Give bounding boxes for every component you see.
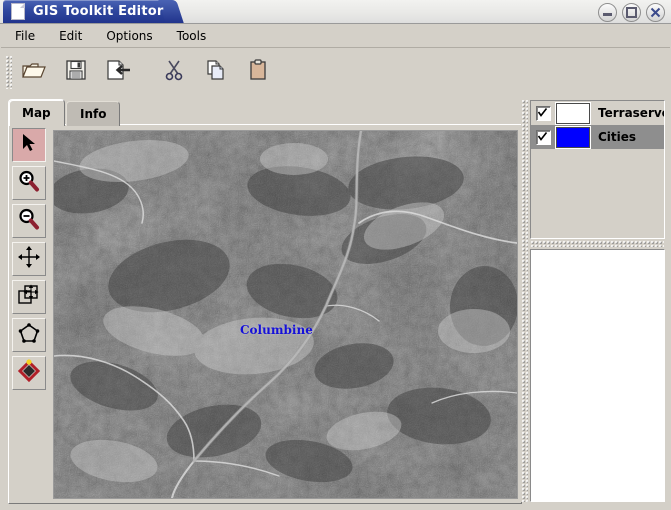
map-viewport[interactable]: Columbine — [53, 130, 518, 499]
minimize-button[interactable] — [598, 3, 617, 22]
copy-pages-icon — [205, 59, 227, 85]
zoom-out-tool[interactable] — [12, 204, 46, 238]
tool-palette — [11, 127, 49, 499]
aerial-imagery — [54, 131, 517, 498]
scissors-icon — [163, 59, 185, 85]
layer-name: Cities — [598, 130, 637, 144]
paste-button[interactable] — [239, 53, 277, 90]
pan-tool[interactable] — [12, 242, 46, 276]
application-window: GIS Toolkit Editor File Edit Options Too… — [0, 0, 671, 510]
toolbar-separator — [141, 54, 155, 89]
layer-visibility-checkbox[interactable] — [536, 105, 551, 121]
window-controls — [598, 3, 665, 22]
zoom-to-region-tool[interactable] — [12, 280, 46, 314]
layer-visibility-checkbox[interactable] — [536, 129, 551, 145]
map-label-columbine: Columbine — [240, 323, 313, 337]
page-with-arrow-icon — [105, 59, 131, 85]
maximize-button[interactable] — [622, 3, 641, 22]
magnifier-plus-icon — [17, 169, 41, 197]
vertical-splitter[interactable] — [521, 99, 528, 502]
close-button[interactable] — [646, 3, 665, 22]
tab-map[interactable]: Map — [8, 99, 65, 126]
cut-button[interactable] — [155, 53, 193, 90]
save-button[interactable] — [57, 53, 95, 90]
window-frame: GIS Toolkit Editor File Edit Options Too… — [0, 0, 671, 510]
layer-row-terraserver[interactable]: Terraserver — [531, 101, 664, 125]
four-way-arrow-icon — [17, 245, 41, 273]
tab-strip: Map Info — [8, 99, 520, 126]
menu-item-tools[interactable]: Tools — [167, 27, 217, 45]
select-tool[interactable] — [12, 128, 46, 162]
shape-edit-tool[interactable] — [12, 356, 46, 390]
layer-color-swatch[interactable] — [556, 102, 590, 124]
magnifier-minus-icon — [17, 207, 41, 235]
layer-color-swatch[interactable] — [556, 126, 590, 148]
diamond-vertex-icon — [17, 359, 41, 387]
floppy-disk-icon — [65, 59, 87, 85]
import-button[interactable] — [99, 53, 137, 90]
window-title: GIS Toolkit Editor — [33, 4, 164, 19]
zoom-in-tool[interactable] — [12, 166, 46, 200]
copy-button[interactable] — [197, 53, 235, 90]
region-resize-icon — [17, 283, 41, 311]
layer-row-cities[interactable]: Cities — [531, 125, 664, 149]
menu-bar: File Edit Options Tools — [1, 24, 670, 48]
tab-info[interactable]: Info — [66, 101, 121, 126]
polygon-tool[interactable] — [12, 318, 46, 352]
polygon-icon — [17, 322, 41, 348]
menu-item-file[interactable]: File — [5, 27, 45, 45]
clipboard-icon — [248, 58, 268, 85]
horizontal-splitter[interactable] — [530, 240, 664, 247]
layer-name: Terraserver — [598, 106, 664, 120]
layer-list: Terraserver Cities — [530, 100, 665, 239]
tool-bar — [1, 48, 670, 95]
menu-item-edit[interactable]: Edit — [49, 27, 92, 45]
folder-open-icon — [21, 59, 47, 85]
map-tab-content: Columbine — [8, 124, 522, 504]
open-button[interactable] — [15, 53, 53, 90]
menu-item-options[interactable]: Options — [96, 27, 162, 45]
document-icon — [11, 3, 25, 20]
layer-detail-panel[interactable] — [530, 249, 665, 502]
title-bar: GIS Toolkit Editor — [0, 0, 671, 24]
window-title-tab[interactable]: GIS Toolkit Editor — [3, 0, 171, 23]
arrow-cursor-icon — [18, 132, 40, 158]
toolbar-drag-handle[interactable] — [5, 54, 12, 89]
